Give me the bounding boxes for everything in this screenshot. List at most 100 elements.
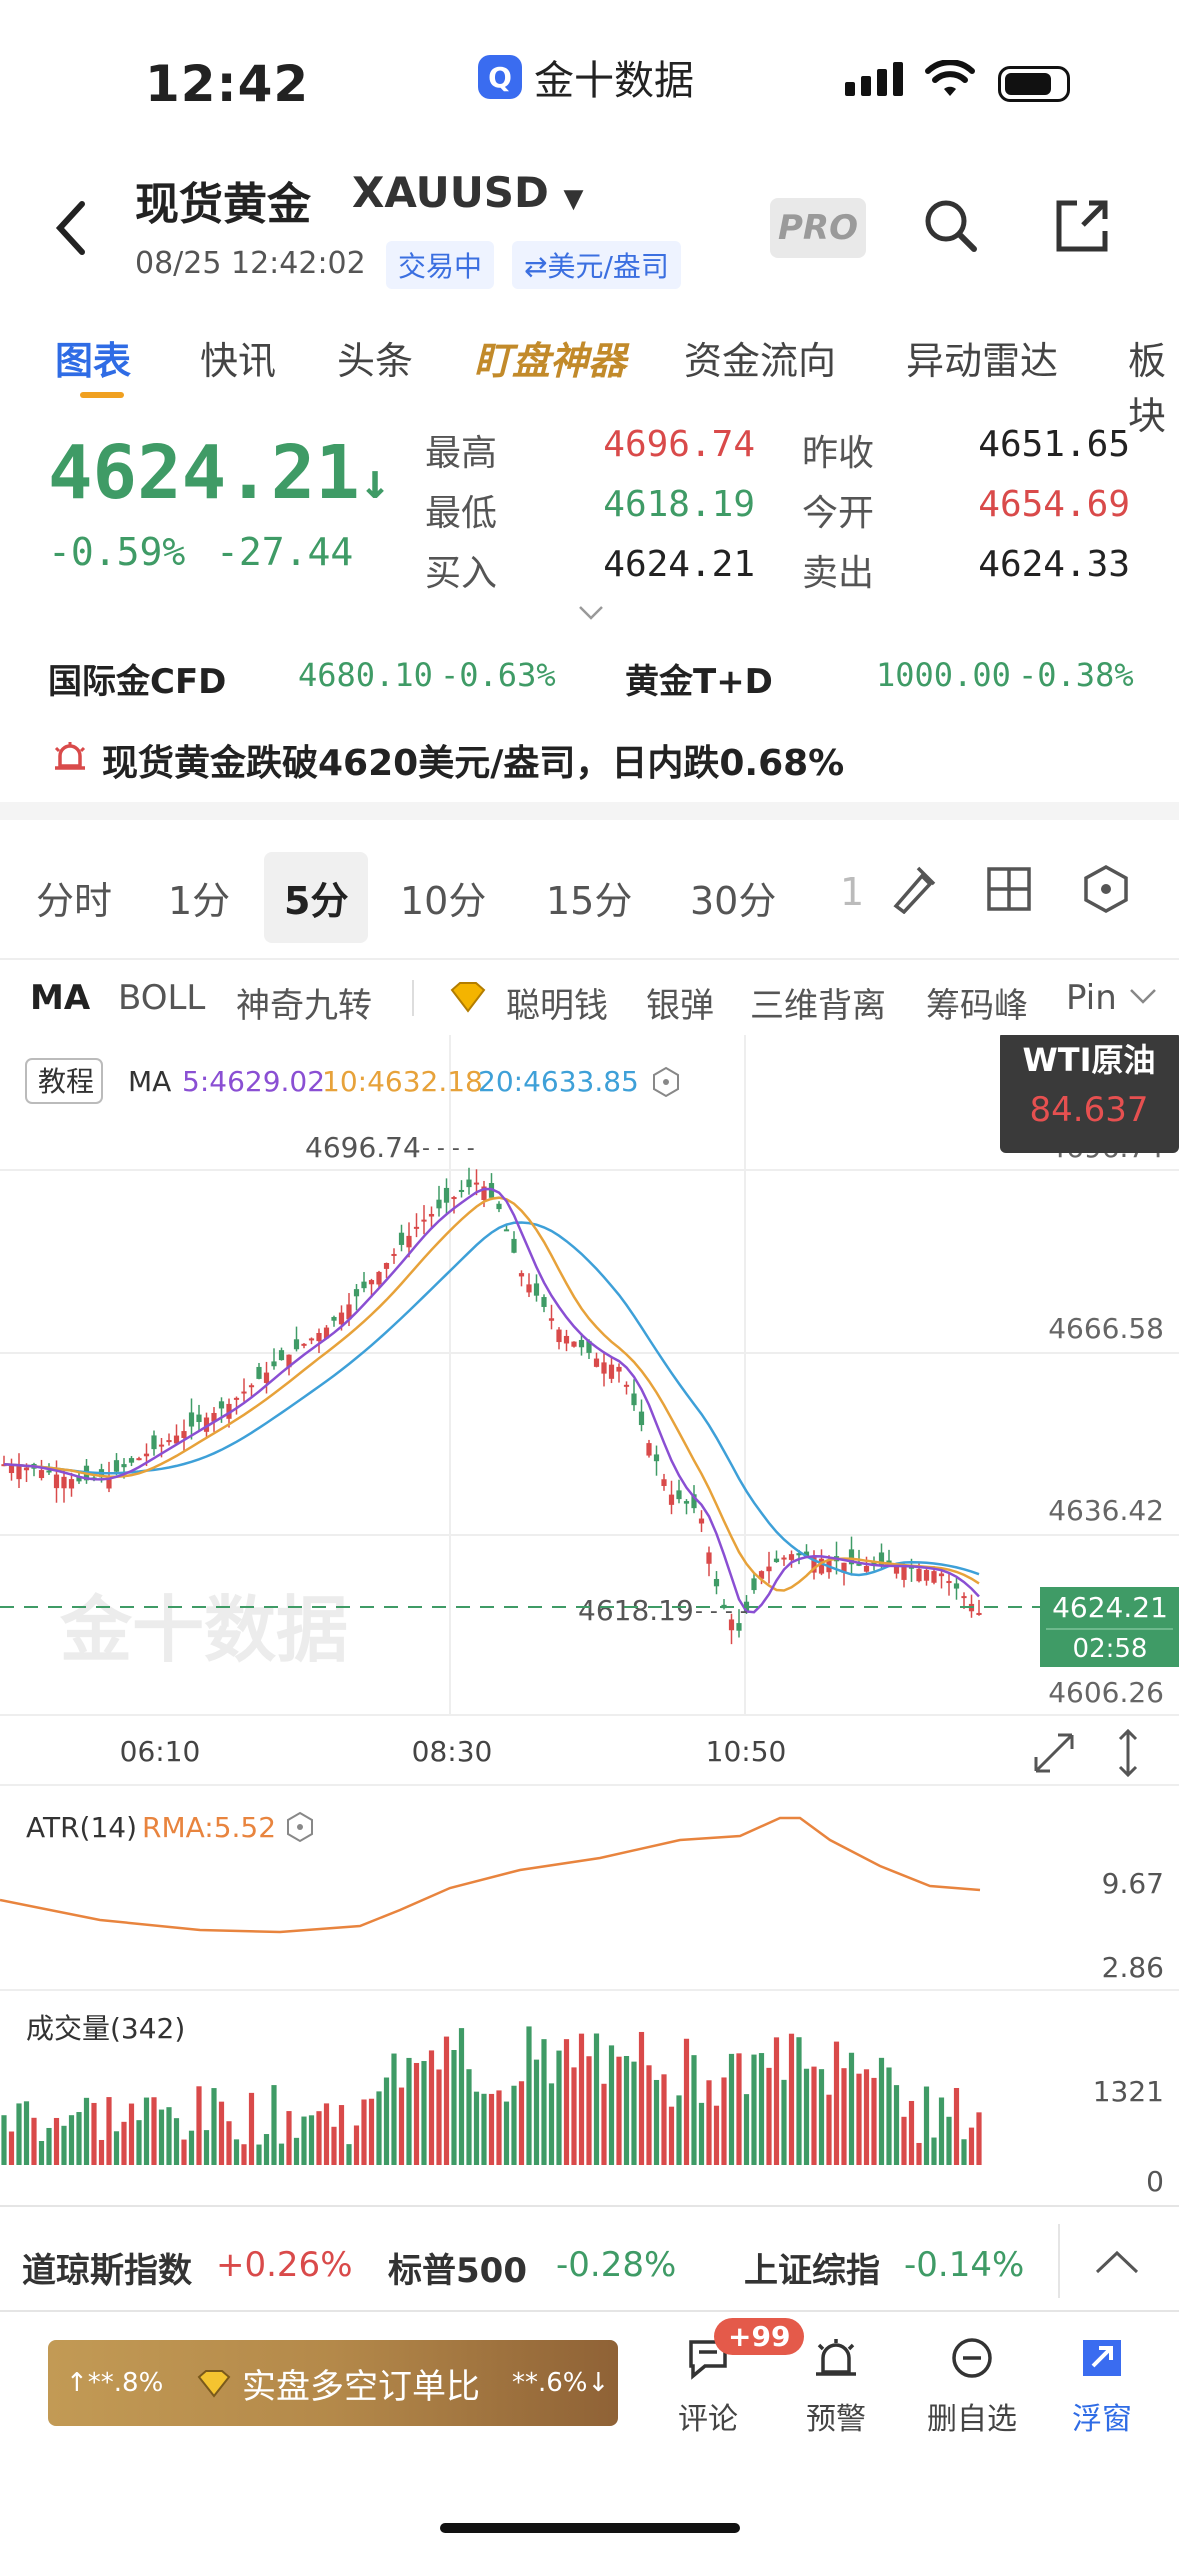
fullscreen-icon[interactable] xyxy=(1034,1733,1074,1773)
candle-body xyxy=(863,1565,870,1572)
tab-monitor[interactable]: 盯盘神器 xyxy=(474,330,626,385)
ma20-value: 20:4633.85 xyxy=(478,1065,639,1098)
period-10m[interactable]: 10分 xyxy=(400,870,486,925)
candle-body xyxy=(263,1372,270,1383)
indicator-smart-money[interactable]: 聪明钱 xyxy=(506,978,608,1027)
volume-bar xyxy=(91,2102,97,2165)
volume-bar xyxy=(916,2142,922,2165)
price-chart[interactable]: 金十数据 教程 MA 5:4629.02 10:4632.18 20:4633.… xyxy=(0,1035,1179,2205)
quote-datetime: 08/25 12:42:02 xyxy=(135,246,366,281)
candle-body xyxy=(706,1552,712,1564)
nav-remove-watchlist[interactable]: 删自选 xyxy=(918,2336,1026,2438)
nav-float-window[interactable]: 浮窗 xyxy=(1062,2336,1142,2438)
candle-body xyxy=(16,1466,22,1480)
chevron-down-icon[interactable] xyxy=(1128,986,1158,1006)
nav-alert-label: 预警 xyxy=(806,2402,866,2437)
layout-grid-icon[interactable] xyxy=(986,866,1032,912)
volume-bar xyxy=(38,2140,45,2165)
atr-settings-icon[interactable] xyxy=(287,1811,313,1843)
chevron-up-icon[interactable] xyxy=(1094,2248,1140,2276)
indicator-silver-bullet[interactable]: 银弹 xyxy=(646,978,714,1027)
volume-bar xyxy=(548,2083,555,2165)
volume-bar xyxy=(391,2053,397,2165)
price-alert-text[interactable]: 现货黄金跌破4620美元/盎司，日内跌0.68% xyxy=(102,734,844,786)
index-dow-name[interactable]: 道琼斯指数 xyxy=(22,2243,192,2292)
candle-body xyxy=(406,1235,412,1248)
x-tick-2: 08:30 xyxy=(412,1735,493,1768)
candle-body xyxy=(571,1341,577,1347)
volume-bar xyxy=(556,2050,562,2165)
indicator-ma[interactable]: MA xyxy=(30,978,90,1018)
share-icon[interactable] xyxy=(1053,197,1111,255)
ma-label: MA xyxy=(128,1065,171,1098)
app-logo-icon: Q xyxy=(478,55,522,99)
remove-circle-icon xyxy=(952,2338,992,2378)
tab-headline[interactable]: 头条 xyxy=(337,330,413,385)
tab-flash[interactable]: 快讯 xyxy=(200,330,276,385)
candle-body xyxy=(661,1479,667,1486)
candle-body xyxy=(556,1329,562,1343)
candle-body xyxy=(946,1581,952,1584)
index-sp-name[interactable]: 标普500 xyxy=(388,2243,527,2292)
indicator-chip[interactable]: 筹码峰 xyxy=(926,978,1028,1027)
indicator-nine[interactable]: 神奇九转 xyxy=(236,978,372,1027)
candle-body xyxy=(781,1557,787,1560)
tab-radar[interactable]: 异动雷达 xyxy=(906,330,1058,385)
period-1m[interactable]: 1分 xyxy=(168,870,230,925)
indicator-boll[interactable]: BOLL xyxy=(118,978,205,1018)
candle-body xyxy=(916,1568,922,1582)
candle-body xyxy=(541,1297,547,1307)
volume-bar xyxy=(586,2056,592,2165)
indicator-pin[interactable]: Pin xyxy=(1066,978,1117,1018)
volume-bar xyxy=(136,2120,142,2165)
volume-bar xyxy=(751,2054,757,2165)
related-name-1[interactable]: 国际金CFD xyxy=(48,654,226,703)
candle-body xyxy=(428,1213,435,1217)
index-sh-name[interactable]: 上证综指 xyxy=(744,2243,880,2292)
pro-button[interactable]: PRO xyxy=(770,198,866,258)
period-more[interactable]: 1 xyxy=(840,870,864,914)
candle-body xyxy=(181,1431,187,1438)
volume-bar xyxy=(143,2097,150,2165)
volume-bar xyxy=(601,2083,607,2165)
candle-body xyxy=(23,1467,30,1471)
volume-bar xyxy=(961,2139,967,2165)
search-icon[interactable] xyxy=(920,195,980,255)
volume-bar xyxy=(31,2117,37,2165)
volume-bar xyxy=(248,2092,255,2165)
candle-body xyxy=(496,1203,502,1210)
back-icon[interactable] xyxy=(52,198,92,258)
candle-body xyxy=(953,1583,960,1589)
watermark: 金十数据 xyxy=(59,1588,348,1672)
volume-bar xyxy=(188,2130,195,2165)
draw-tool-icon[interactable] xyxy=(888,862,936,914)
vertical-scale-icon[interactable] xyxy=(1118,1728,1138,1778)
short-pct: **.6%↓ xyxy=(512,2368,610,2398)
change-value: -27.44 xyxy=(216,530,354,574)
candle-body xyxy=(436,1199,442,1209)
tab-capital-flow[interactable]: 资金流向 xyxy=(684,330,836,385)
period-5m[interactable]: 5分 xyxy=(264,852,369,943)
high-label: 最高 xyxy=(425,433,498,474)
chart-settings-icon[interactable] xyxy=(1082,864,1130,914)
volume-bar xyxy=(976,2112,982,2165)
period-15m[interactable]: 15分 xyxy=(546,870,632,925)
long-short-ratio-banner[interactable]: ↑**.8% 实盘多空订单比 **.6%↓ xyxy=(48,2340,618,2426)
tab-chart[interactable]: 图表 xyxy=(55,330,131,385)
volume-bar xyxy=(811,2066,817,2165)
expand-chevron-icon[interactable] xyxy=(578,604,604,622)
indicator-divergence[interactable]: 三维背离 xyxy=(750,978,886,1027)
ma-settings-icon[interactable] xyxy=(653,1066,679,1098)
unit-toggle[interactable]: ⇄美元/盎司 xyxy=(512,241,681,289)
tab-sector[interactable]: 板块 xyxy=(1128,330,1179,440)
candle-body xyxy=(278,1350,285,1361)
period-timeshare[interactable]: 分时 xyxy=(36,870,112,925)
volume-bar xyxy=(781,2079,787,2165)
candle-body xyxy=(593,1358,600,1367)
related-name-2[interactable]: 黄金T+D xyxy=(625,654,773,703)
candle-body xyxy=(353,1289,360,1297)
period-30m[interactable]: 30分 xyxy=(690,870,776,925)
nav-alert[interactable]: 预警 xyxy=(796,2336,876,2438)
index-sp-pct: -0.28% xyxy=(556,2245,677,2285)
symbol-selector[interactable]: XAUUSD ▼ xyxy=(352,168,584,217)
